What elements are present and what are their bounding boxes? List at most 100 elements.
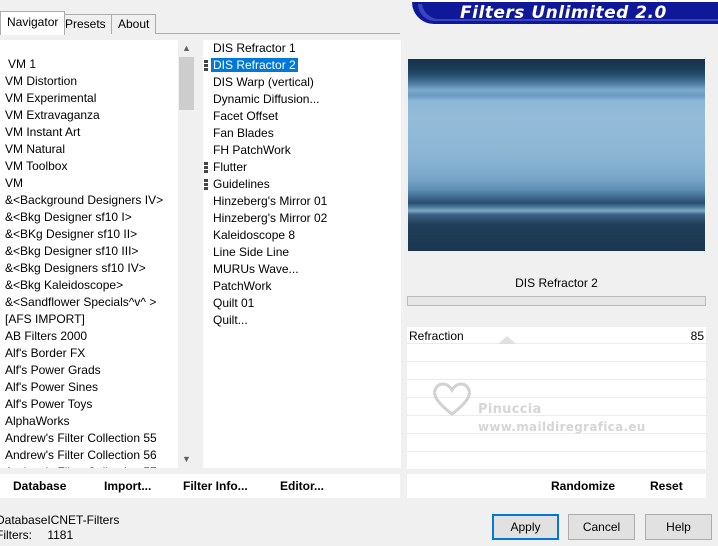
category-item[interactable]: VM 1 [5, 56, 177, 73]
filter-item-label: FH PatchWork [213, 143, 291, 157]
category-item[interactable]: &<Bkg Designer sf10 III> [5, 243, 177, 260]
cancel-button[interactable]: Cancel [568, 514, 635, 540]
category-item[interactable]: VM Instant Art [5, 124, 177, 141]
category-item[interactable]: VM Extravaganza [5, 107, 177, 124]
app-banner: Filters Unlimited 2.0 [412, 0, 718, 24]
slider-thumb-icon[interactable] [498, 336, 516, 344]
filter-item[interactable]: Hinzeberg's Mirror 01 [211, 193, 391, 210]
filter-item[interactable]: Quilt... [211, 312, 391, 329]
category-item[interactable]: Andrew's Filter Collection 56 [5, 447, 177, 464]
category-item[interactable]: Alf's Power Grads [5, 362, 177, 379]
grip-icon [204, 183, 208, 186]
category-item[interactable]: Alf's Power Sines [5, 379, 177, 396]
filter-item[interactable]: Facet Offset [211, 108, 391, 125]
app-title: Filters Unlimited 2.0 [460, 3, 667, 23]
category-item[interactable]: &<BKg Designer sf10 II> [5, 226, 177, 243]
filter-item[interactable]: MURUs Wave... [211, 261, 391, 278]
filter-item[interactable]: Hinzeberg's Mirror 02 [211, 210, 391, 227]
filter-item[interactable]: Line Side Line [211, 244, 391, 261]
param-row-empty [407, 345, 706, 362]
import-button[interactable]: Import... [104, 479, 151, 493]
filter-item-label: Hinzeberg's Mirror 02 [213, 211, 328, 225]
database-label: Database: [0, 513, 51, 527]
filter-item-label: Kaleidoscope 8 [213, 228, 296, 242]
tab-presets[interactable]: Presets [58, 14, 113, 34]
category-item[interactable]: VM Toolbox [5, 158, 177, 175]
category-item[interactable]: &<Bkg Designers sf10 IV> [5, 260, 177, 277]
filter-item[interactable]: DIS Refractor 2 [204, 57, 391, 74]
category-scrollbar[interactable]: ▲ ▼ [178, 40, 195, 468]
randomize-button[interactable]: Randomize [551, 479, 615, 493]
left-action-bar: Database Import... Filter Info... Editor… [0, 474, 400, 498]
filter-item-label: Line Side Line [213, 245, 290, 259]
category-list-panel: VM 1 VM Distortion VM Experimental VM Extra… [0, 40, 195, 468]
filter-item-label: Dynamic Diffusion... [213, 92, 320, 106]
param-row-refraction[interactable]: Refraction 85 [407, 327, 706, 344]
apply-button[interactable]: Apply [492, 514, 559, 540]
reset-button[interactable]: Reset [650, 479, 683, 493]
category-item[interactable]: Alf's Border FX [5, 345, 177, 362]
filter-list: DIS Refractor 1 DIS Refractor 2 DIS Warp (… [204, 40, 391, 329]
tab-strip: Navigator Presets About [0, 0, 400, 35]
database-button[interactable]: Database [13, 479, 66, 493]
filter-item-label: Quilt 01 [213, 296, 255, 310]
selected-filter-name: DIS Refractor 2 [407, 272, 706, 294]
category-item[interactable]: &<Background Designers IV> [5, 192, 177, 209]
grip-icon [204, 68, 208, 71]
filter-item[interactable]: FH PatchWork [211, 142, 391, 159]
filter-item[interactable]: Fan Blades [211, 125, 391, 142]
category-item[interactable]: VM Natural [5, 141, 177, 158]
grip-icon [204, 162, 208, 165]
filter-item-label: PatchWork [213, 279, 272, 293]
category-item[interactable]: &<Bkg Kaleidoscope> [5, 277, 177, 294]
editor-button[interactable]: Editor... [280, 479, 324, 493]
category-item[interactable]: Andrew's Filter Collection 57 [5, 464, 177, 468]
category-item[interactable]: VM Experimental [5, 90, 177, 107]
tab-navigator[interactable]: Navigator [0, 11, 66, 35]
category-item[interactable]: &<Sandflower Specials^v^ > [5, 294, 177, 311]
category-item[interactable]: VM Distortion [5, 73, 177, 90]
grip-icon [204, 60, 208, 63]
filter-list-panel: DIS Refractor 1 DIS Refractor 2 DIS Warp (… [203, 40, 401, 468]
help-button[interactable]: Help [645, 514, 712, 540]
category-item[interactable]: AB Filters 2000 [5, 328, 177, 345]
scroll-down-icon[interactable]: ▼ [178, 451, 195, 468]
watermark-heart-icon [433, 382, 471, 416]
grip-icon [204, 179, 208, 182]
category-item[interactable]: AlphaWorks [5, 413, 177, 430]
filter-item-label: Fan Blades [213, 126, 274, 140]
category-item[interactable]: VM [5, 175, 177, 192]
filter-item-label: Flutter [213, 160, 248, 174]
filter-item-label: Quilt... [213, 313, 248, 327]
filter-info-button[interactable]: Filter Info... [183, 479, 248, 493]
filter-item[interactable]: Guidelines [204, 176, 391, 193]
right-action-bar: Randomize Reset [407, 474, 706, 498]
grip-icon [204, 187, 208, 190]
filter-item[interactable]: PatchWork [211, 278, 391, 295]
filter-item[interactable]: Dynamic Diffusion... [211, 91, 391, 108]
database-info: Database: ICNET-Filters Filters: 1181 [0, 513, 119, 543]
filter-item-label: DIS Refractor 2 [211, 58, 298, 72]
filters-count-label: Filters: [0, 528, 32, 542]
category-item[interactable]: Alf's Power Toys [5, 396, 177, 413]
preview-image [408, 59, 705, 251]
filter-item[interactable]: DIS Warp (vertical) [211, 74, 391, 91]
scroll-up-icon[interactable]: ▲ [178, 40, 195, 57]
filter-item[interactable]: Kaleidoscope 8 [211, 227, 391, 244]
filter-item-label: Guidelines [213, 177, 270, 191]
grip-icon [204, 170, 208, 173]
filter-item[interactable]: DIS Refractor 1 [211, 40, 391, 57]
category-item[interactable]: [AFS IMPORT] [5, 311, 177, 328]
category-item[interactable]: Andrew's Filter Collection 55 [5, 430, 177, 447]
filter-item-label: DIS Refractor 1 [213, 41, 296, 55]
scrollbar-thumb[interactable] [179, 57, 194, 110]
category-item[interactable]: &<Bkg Designer sf10 I> [5, 209, 177, 226]
tab-about[interactable]: About [111, 14, 157, 34]
filters-count-value: 1181 [47, 528, 74, 542]
category-list: VM 1 VM Distortion VM Experimental VM Extra… [5, 56, 177, 468]
param-row-empty [407, 435, 706, 452]
filter-item-label: MURUs Wave... [213, 262, 299, 276]
param-row-empty [407, 453, 706, 470]
filter-item[interactable]: Flutter [204, 159, 391, 176]
filter-item[interactable]: Quilt 01 [211, 295, 391, 312]
